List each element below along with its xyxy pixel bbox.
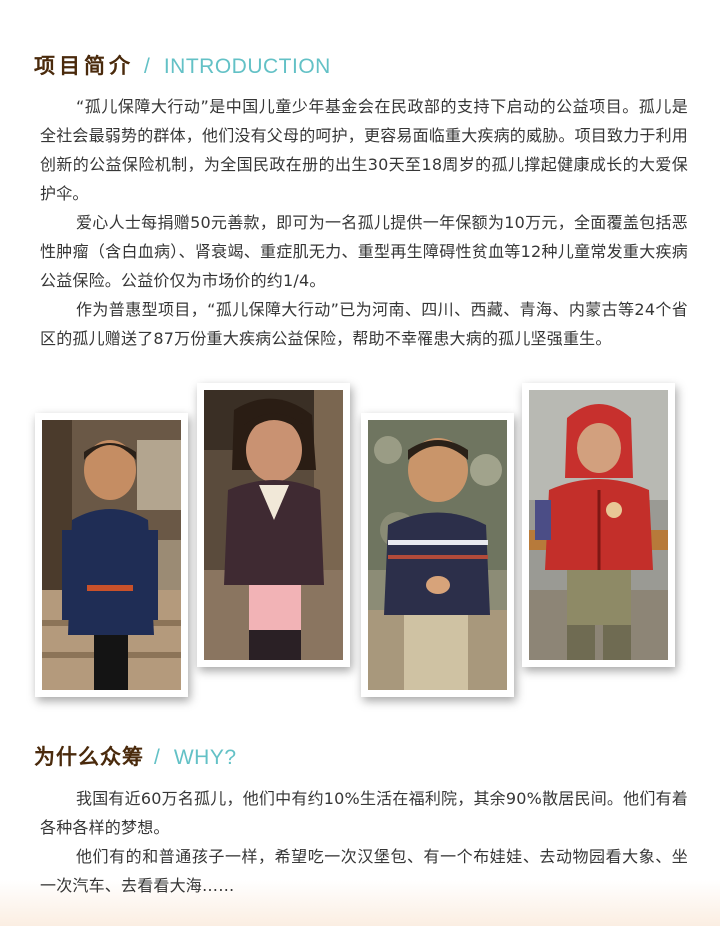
intro-title-zh: 项目简介 (34, 54, 134, 78)
why-title-zh: 为什么众筹 (34, 745, 144, 769)
child-photo-3 (361, 413, 514, 697)
why-title-slash: / (154, 746, 160, 769)
child-photo-2 (197, 383, 350, 667)
why-heading: 为什么众筹 / WHY? (34, 741, 237, 771)
intro-paragraph-2: 爱心人士每捐赠50元善款，即可为一名孤儿提供一年保额为10万元，全面覆盖包括恶性… (40, 213, 688, 290)
intro-title-en: INTRODUCTION (163, 55, 331, 78)
intro-paragraph-3: 作为普惠型项目，“孤儿保障大行动”已为河南、四川、西藏、青海、内蒙古等24个省区… (40, 300, 688, 348)
why-body: 我国有近60万名孤儿，他们中有约10%生活在福利院，其余90%散居民间。他们有着… (40, 784, 688, 900)
child-photo-4 (522, 383, 675, 667)
why-paragraph-1: 我国有近60万名孤儿，他们中有约10%生活在福利院，其余90%散居民间。他们有着… (40, 789, 688, 837)
intro-body: “孤儿保障大行动”是中国儿童少年基金会在民政部的支持下启动的公益项目。孤儿是全社… (40, 92, 688, 353)
intro-paragraph-1: “孤儿保障大行动”是中国儿童少年基金会在民政部的支持下启动的公益项目。孤儿是全社… (40, 97, 689, 203)
intro-title-slash: / (144, 55, 150, 78)
child-photo-1 (35, 413, 188, 697)
intro-heading: 项目简介 / INTRODUCTION (34, 50, 331, 80)
why-paragraph-2: 他们有的和普通孩子一样，希望吃一次汉堡包、有一个布娃娃、去动物园看大象、坐一次汽… (40, 847, 688, 895)
why-title-en: WHY? (173, 746, 237, 769)
